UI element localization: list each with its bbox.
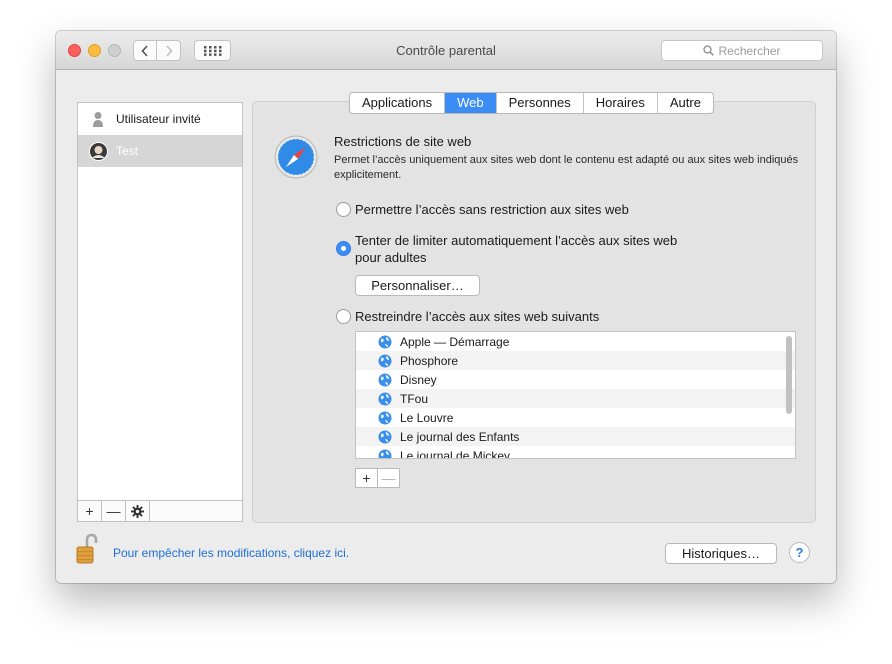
allowed-sites-list: Apple — Démarrage Phosphore Disney TFou … [355,331,796,459]
add-site-button[interactable]: + [356,469,377,487]
avatar [88,141,108,161]
radio-unrestricted[interactable] [336,202,351,217]
preferences-window: Contrôle parental Rechercher Utilisateur… [56,31,836,583]
globe-icon [378,354,392,367]
user-list: Utilisateur invité Test + — [77,102,243,522]
list-item[interactable]: Le journal de Mickey [356,446,795,459]
section-description: Permet l’accès uniquement aux sites web … [334,154,799,181]
gear-icon [131,504,144,518]
add-user-button[interactable]: + [78,501,102,521]
history-button[interactable]: Historiques… [665,543,777,564]
lock-open-icon[interactable] [76,533,100,565]
site-name: Disney [400,372,437,387]
user-item-guest[interactable]: Utilisateur invité [78,103,242,135]
help-button[interactable]: ? [789,542,810,563]
list-item[interactable]: Phosphore [356,351,795,370]
remove-site-button[interactable]: — [377,469,399,487]
title-bar: Contrôle parental Rechercher [56,31,836,70]
tab-horaires[interactable]: Horaires [584,93,658,113]
search-icon [703,45,715,56]
lock-link[interactable]: Pour empêcher les modifications, cliquez… [113,546,349,560]
user-name: Utilisateur invité [116,112,201,126]
list-item[interactable]: TFou [356,389,795,408]
user-settings-button[interactable] [126,501,150,521]
safari-compass-icon [274,135,318,179]
site-name: Apple — Démarrage [400,334,510,349]
radio-limit-adult[interactable] [336,241,351,256]
site-name: TFou [400,391,429,406]
list-item[interactable]: Le Louvre [356,408,795,427]
customize-button[interactable]: Personnaliser… [355,275,480,296]
search-field[interactable]: Rechercher [661,40,823,61]
list-item[interactable]: Apple — Démarrage [356,332,795,351]
user-name: Test [116,144,139,158]
site-list-toolbar: + — [355,468,400,488]
user-item-test[interactable]: Test [78,135,242,167]
tab-web[interactable]: Web [445,93,497,113]
radio-restrict-list[interactable] [336,309,351,324]
label-unrestricted[interactable]: Permettre l’accès sans restriction aux s… [355,201,629,218]
globe-icon [378,335,392,348]
tab-personnes[interactable]: Personnes [497,93,584,113]
globe-icon [378,373,392,386]
list-item[interactable]: Disney [356,370,795,389]
guest-user-icon [88,109,108,129]
tab-autre[interactable]: Autre [658,93,713,113]
globe-icon [378,430,392,443]
list-scrollbar[interactable] [786,336,792,414]
tab-bar: Applications Web Personnes Horaires Autr… [349,92,714,114]
user-list-toolbar: + — [78,500,242,521]
label-restrict-list[interactable]: Restreindre l’accès aux sites web suivan… [355,308,599,325]
globe-icon [378,411,392,424]
section-heading: Restrictions de site web [334,134,472,149]
tab-applications[interactable]: Applications [350,93,446,113]
label-limit-adult[interactable]: Tenter de limiter automatiquement l’accè… [355,232,695,266]
site-name: Phosphore [400,353,459,368]
search-placeholder: Rechercher [718,43,781,58]
list-item[interactable]: Le journal des Enfants [356,427,795,446]
site-name: Le Louvre [400,410,454,425]
remove-user-button[interactable]: — [102,501,126,521]
site-name: Le journal de Mickey [400,448,511,459]
site-name: Le journal des Enfants [400,429,520,444]
globe-icon [378,392,392,405]
globe-icon [378,449,392,458]
